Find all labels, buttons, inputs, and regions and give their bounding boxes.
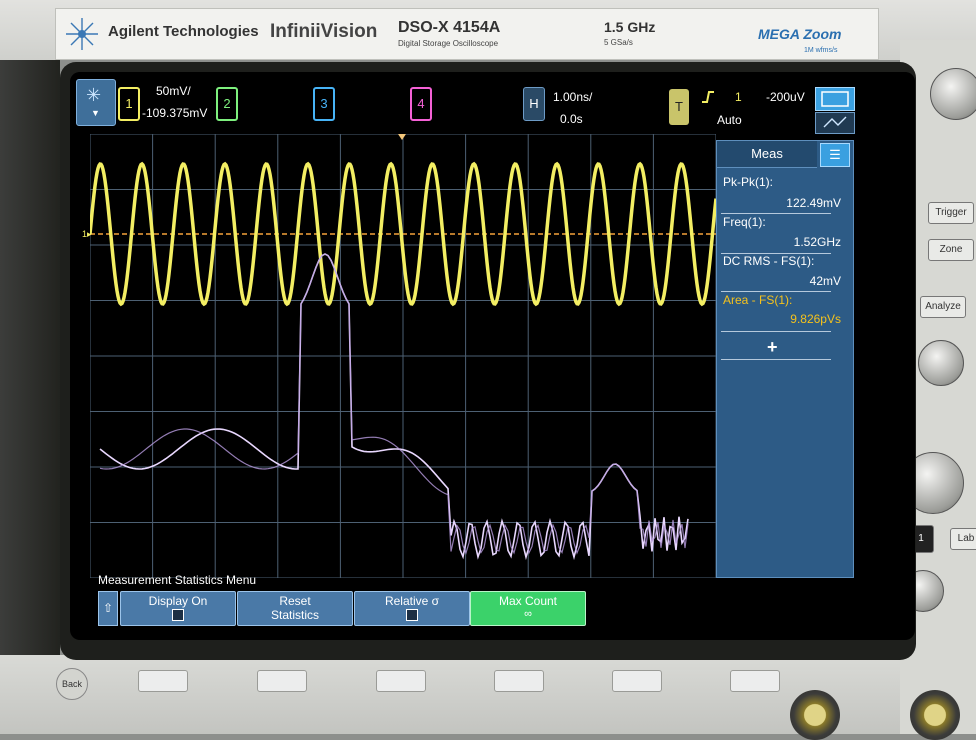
- softkey-4-button[interactable]: [494, 670, 544, 692]
- zoom-mode-button[interactable]: [815, 112, 855, 134]
- horizontal-knob[interactable]: [930, 68, 976, 120]
- fft-trace: [99, 253, 689, 561]
- brand-name: Agilent Technologies: [108, 23, 259, 40]
- status-bar: ✳ ▼ 1 50mV/ -109.375mV 2 3 4 H 1.00ns/ 0…: [70, 72, 915, 134]
- trigger-indicator[interactable]: T: [669, 89, 689, 125]
- reset-statistics-softkey[interactable]: Reset Statistics: [237, 591, 353, 626]
- bandwidth-label: 1.5 GHz: [604, 19, 656, 35]
- softkey-6-button[interactable]: [730, 670, 780, 692]
- trigger-position-marker: [398, 134, 406, 140]
- fft-trace-average: [99, 253, 689, 555]
- bezel-left: [0, 60, 60, 734]
- scope-display: ✳ ▼ 1 50mV/ -109.375mV 2 3 4 H 1.00ns/ 0…: [70, 72, 915, 640]
- trigger-level-knob[interactable]: [918, 340, 964, 386]
- channel-1-ground-marker: 1▸: [82, 229, 92, 239]
- meas-name-pkpk: Pk-Pk(1):: [723, 175, 774, 189]
- softkey-5-button[interactable]: [612, 670, 662, 692]
- menu-up-button[interactable]: ⇧: [98, 591, 118, 626]
- relative-sigma-softkey[interactable]: Relative σ: [354, 591, 470, 626]
- front-panel-top: Agilent Technologies InfiniiVision DSO-X…: [0, 0, 976, 60]
- agilent-star-icon: ✳: [86, 85, 102, 105]
- waveform-graticule: [90, 134, 716, 578]
- measurement-panel: Meas ☰ Pk-Pk(1): 122.49mV Freq(1): 1.52G…: [716, 140, 854, 578]
- trigger-level: -200uV: [766, 90, 805, 104]
- checkbox-icon: [406, 609, 418, 621]
- megazoom-subtitle: 1M wfms/s: [804, 47, 838, 54]
- megazoom-logo: MEGA Zoom: [758, 26, 842, 42]
- display-on-softkey[interactable]: Display On: [120, 591, 236, 626]
- softkey-2-button[interactable]: [257, 670, 307, 692]
- trigger-mode: Auto: [717, 113, 742, 127]
- display-on-label: Display On: [148, 594, 208, 608]
- meas-name-area: Area - FS(1):: [723, 293, 793, 307]
- meas-value-freq: 1.52GHz: [793, 235, 841, 249]
- channel-4-indicator[interactable]: 4: [410, 87, 432, 121]
- horizontal-delay: 0.0s: [560, 112, 583, 126]
- acquire-mode-button[interactable]: [815, 87, 855, 111]
- meas-divider: [721, 331, 831, 332]
- main-menu-button[interactable]: ✳ ▼: [76, 79, 116, 126]
- meas-value-area: 9.826pVs: [790, 312, 841, 326]
- softkey-menu-title: Measurement Statistics Menu: [98, 573, 257, 587]
- zone-button[interactable]: Zone: [928, 239, 974, 261]
- checkbox-icon: [172, 609, 184, 621]
- channel-1-bnc-connector: [790, 690, 840, 740]
- brand-strip: Agilent Technologies InfiniiVision DSO-X…: [55, 8, 879, 60]
- product-name: InfiniiVision: [270, 21, 378, 42]
- rising-edge-icon: [702, 91, 714, 103]
- meas-divider: [721, 359, 831, 360]
- statistics-label: Statistics: [270, 608, 319, 622]
- meas-name-freq: Freq(1):: [723, 215, 766, 229]
- horizontal-indicator[interactable]: H: [523, 87, 545, 121]
- trigger-button[interactable]: Trigger: [928, 202, 974, 224]
- model-number: DSO-X 4154A: [398, 19, 501, 36]
- channel-1-scale: 50mV/: [156, 84, 191, 98]
- zoom-waveform-icon: [823, 116, 847, 128]
- meas-title[interactable]: Meas: [717, 141, 817, 168]
- softkey-1-button[interactable]: [138, 670, 188, 692]
- sample-rate-label: 5 GSa/s: [604, 38, 633, 47]
- channel-2-indicator[interactable]: 2: [216, 87, 238, 121]
- front-panel-bottom: Back: [0, 655, 900, 734]
- meas-divider: [721, 291, 831, 292]
- channel-1-indicator[interactable]: 1: [118, 87, 140, 121]
- add-measurement-button[interactable]: +: [767, 337, 778, 358]
- channel-2-bnc-connector: [910, 690, 960, 740]
- channel-1-offset: -109.375mV: [142, 106, 208, 120]
- max-count-value: ∞: [524, 608, 532, 620]
- meas-value-dcrms: 42mV: [809, 274, 841, 288]
- max-count-label: Max Count: [498, 594, 558, 608]
- softkey-3-button[interactable]: [376, 670, 426, 692]
- analyze-button[interactable]: Analyze: [920, 296, 966, 318]
- meas-name-dcrms: DC RMS - FS(1):: [723, 254, 815, 268]
- channel-3-indicator[interactable]: 3: [313, 87, 335, 121]
- back-button[interactable]: Back: [56, 668, 88, 700]
- meas-value-pkpk: 122.49mV: [786, 196, 841, 210]
- waveform-icon: [821, 91, 849, 107]
- model-subtitle: Digital Storage Oscilloscope: [398, 39, 499, 48]
- reset-label: Reset: [279, 594, 311, 608]
- label-button[interactable]: Lab: [950, 528, 976, 550]
- meas-list-icon[interactable]: ☰: [820, 143, 850, 167]
- agilent-logo-icon: [66, 18, 98, 50]
- trigger-source: 1: [735, 90, 742, 104]
- relative-sigma-label: Relative σ: [384, 594, 440, 608]
- meas-divider: [721, 213, 831, 214]
- horizontal-scale: 1.00ns/: [553, 90, 593, 104]
- chevron-down-icon: ▼: [91, 108, 100, 118]
- max-count-softkey[interactable]: Max Count ∞: [470, 591, 586, 626]
